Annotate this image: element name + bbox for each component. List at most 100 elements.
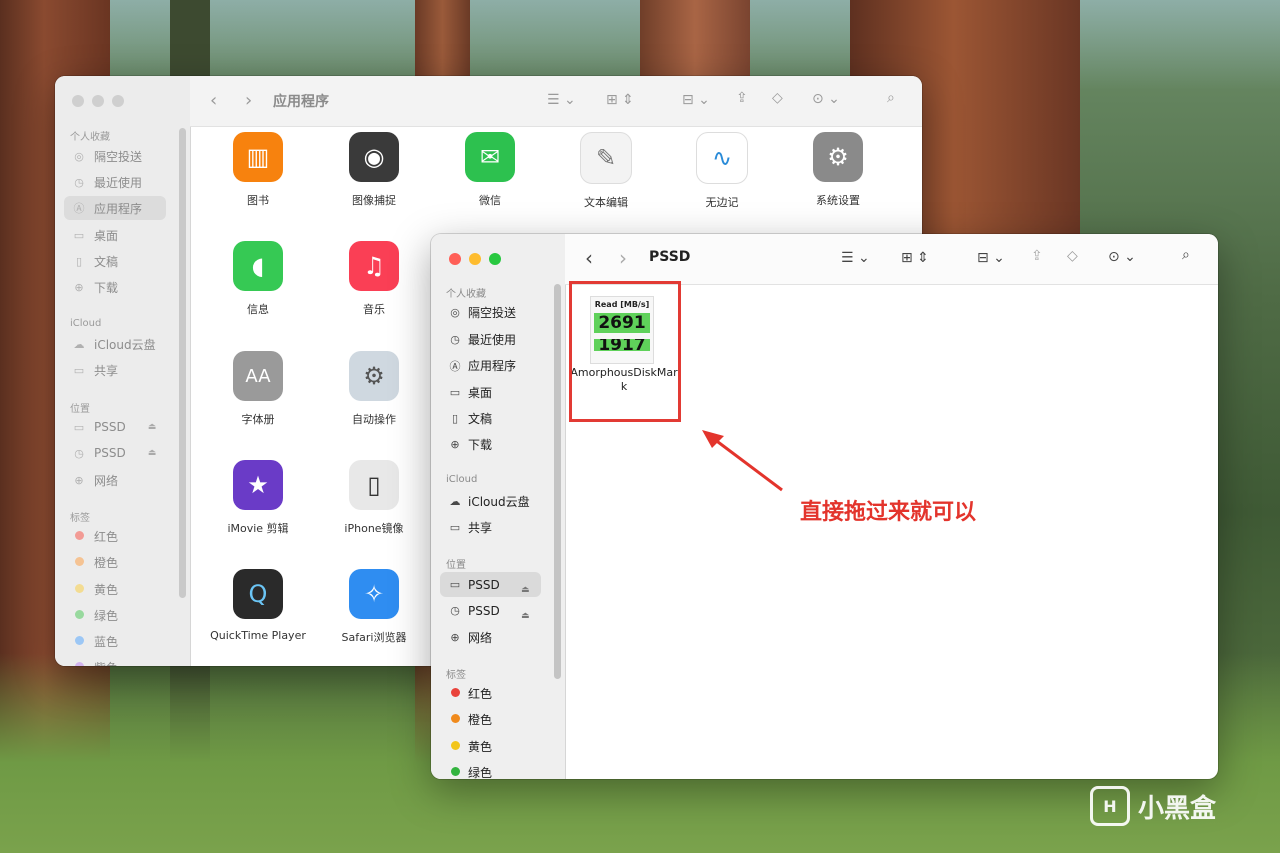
music-icon: ♫ bbox=[349, 241, 399, 291]
sidebar-item-applications[interactable]: Ⓐ 应用程序 bbox=[440, 353, 541, 378]
eject-icon[interactable]: ⏏ bbox=[148, 422, 157, 432]
sidebar-item-shared[interactable]: ▭ 共享 bbox=[440, 515, 541, 540]
sidebar-section-tags: 标签 bbox=[446, 670, 466, 681]
sidebar-item-network[interactable]: ⊕ 网络 bbox=[64, 468, 166, 492]
more-actions-icon[interactable]: ⊙ ⌄ bbox=[812, 91, 840, 107]
share-icon[interactable]: ⇪ bbox=[1031, 248, 1043, 264]
close-button[interactable] bbox=[72, 95, 84, 107]
zoom-button[interactable] bbox=[112, 95, 124, 107]
app-textedit[interactable]: ✎ 文本编辑 bbox=[548, 132, 664, 210]
shared-folder-icon: ▭ bbox=[73, 363, 85, 377]
wechat-icon: ✉ bbox=[465, 132, 515, 182]
sidebar-tag-red[interactable]: 红色 bbox=[440, 681, 541, 706]
search-icon[interactable]: ⌕ bbox=[887, 90, 895, 106]
sidebar-section-locations: 位置 bbox=[446, 560, 466, 571]
tag-dot-icon bbox=[74, 583, 84, 593]
sidebar-item-pssd-timemachine[interactable]: ◷ PSSD ⏏ bbox=[64, 441, 166, 465]
sidebar-item-icloud-drive[interactable]: ☁ iCloud云盘 bbox=[64, 332, 166, 356]
sidebar-tag-green[interactable]: 绿色 bbox=[64, 603, 166, 627]
window-controls[interactable] bbox=[449, 253, 501, 265]
sidebar-tag-blue[interactable]: 蓝色 bbox=[64, 629, 166, 653]
window-title: PSSD bbox=[649, 249, 691, 265]
more-actions-icon[interactable]: ⊙ ⌄ bbox=[1108, 249, 1136, 265]
sidebar-item-desktop[interactable]: ▭ 桌面 bbox=[64, 223, 166, 247]
sidebar-item-documents[interactable]: ▯ 文稿 bbox=[64, 249, 166, 273]
list-view-icon[interactable]: ☰ ⌄ bbox=[841, 250, 870, 266]
sidebar-item-label: 绿色 bbox=[94, 608, 119, 623]
search-icon[interactable]: ⌕ bbox=[1182, 247, 1190, 263]
sidebar-item-downloads[interactable]: ⊕ 下载 bbox=[64, 275, 166, 299]
sidebar-item-network[interactable]: ⊕ 网络 bbox=[440, 625, 541, 650]
app-wechat[interactable]: ✉ 微信 bbox=[432, 132, 548, 208]
sidebar-item-label: PSSD bbox=[468, 577, 500, 592]
sidebar-scrollbar[interactable] bbox=[554, 284, 561, 679]
applications-icon: Ⓐ bbox=[73, 202, 85, 215]
sidebar-scrollbar[interactable] bbox=[179, 128, 186, 598]
eject-icon[interactable]: ⏏ bbox=[148, 448, 157, 458]
sidebar-tag-yellow[interactable]: 黄色 bbox=[440, 734, 541, 759]
annotation-highlight-box bbox=[569, 281, 681, 422]
forward-icon[interactable]: › bbox=[619, 246, 627, 270]
sidebar-item-label: 最近使用 bbox=[94, 175, 143, 190]
sidebar-item-shared[interactable]: ▭ 共享 bbox=[64, 358, 166, 382]
sidebar-item-label: 红色 bbox=[468, 687, 493, 701]
app-image-capture[interactable]: ◉ 图像捕捉 bbox=[316, 132, 432, 208]
app-quicktime[interactable]: Q QuickTime Player bbox=[200, 569, 316, 642]
share-icon[interactable]: ⇪ bbox=[736, 90, 748, 106]
tag-dot-icon bbox=[74, 661, 84, 666]
list-view-icon[interactable]: ☰ ⌄ bbox=[547, 92, 576, 108]
sidebar-item-airdrop[interactable]: ◎ 隔空投送 bbox=[64, 144, 166, 168]
group-icon[interactable]: ⊟ ⌄ bbox=[977, 250, 1005, 266]
group-icon[interactable]: ⊟ ⌄ bbox=[682, 92, 710, 108]
document-icon: ▯ bbox=[75, 254, 83, 268]
app-imovie[interactable]: ★ iMovie 剪辑 bbox=[200, 460, 316, 536]
sidebar-tag-purple[interactable]: 紫色 bbox=[64, 655, 166, 666]
tag-dot-icon bbox=[450, 767, 460, 776]
app-freeform[interactable]: ∿ 无边记 bbox=[664, 132, 780, 210]
close-button[interactable] bbox=[449, 253, 461, 265]
grid-view-icon[interactable]: ⊞ ⇕ bbox=[606, 92, 634, 108]
sidebar-item-pssd[interactable]: ▭ PSSD ⏏ bbox=[64, 415, 166, 439]
back-icon[interactable]: ‹ bbox=[210, 90, 217, 111]
back-icon[interactable]: ‹ bbox=[585, 246, 593, 270]
sidebar-item-airdrop[interactable]: ◎ 隔空投送 bbox=[440, 300, 541, 325]
sidebar-item-downloads[interactable]: ⊕ 下载 bbox=[440, 432, 541, 457]
sidebar-item-recents[interactable]: ◷ 最近使用 bbox=[64, 170, 166, 194]
sidebar-item-documents[interactable]: ▯ 文稿 bbox=[440, 406, 541, 431]
eject-icon[interactable]: ⏏ bbox=[521, 611, 530, 621]
app-books[interactable]: ▥ 图书 bbox=[200, 132, 316, 208]
forward-icon[interactable]: › bbox=[245, 90, 252, 111]
app-safari[interactable]: ✧ Safari浏览器 bbox=[316, 569, 432, 645]
grid-view-icon[interactable]: ⊞ ⇕ bbox=[901, 250, 929, 266]
minimize-button[interactable] bbox=[469, 253, 481, 265]
tag-icon[interactable]: ◇ bbox=[772, 90, 783, 106]
sidebar-item-label: 紫色 bbox=[94, 659, 118, 667]
tag-dot-icon bbox=[450, 688, 460, 697]
app-iphone-mirroring[interactable]: ▯ iPhone镜像 bbox=[316, 460, 432, 536]
tag-icon[interactable]: ◇ bbox=[1067, 248, 1078, 264]
app-automator[interactable]: ⚙ 自动操作 bbox=[316, 351, 432, 427]
app-messages[interactable]: ◖ 信息 bbox=[200, 241, 316, 317]
cloud-icon: ☁ bbox=[449, 495, 461, 508]
zoom-button[interactable] bbox=[489, 253, 501, 265]
tag-dot-icon bbox=[450, 714, 460, 723]
sidebar-item-recents[interactable]: ◷ 最近使用 bbox=[440, 327, 541, 352]
app-font-book[interactable]: AA 字体册 bbox=[200, 351, 316, 427]
sidebar-item-icloud-drive[interactable]: ☁ iCloud云盘 bbox=[440, 489, 541, 514]
sidebar-tag-green[interactable]: 绿色 bbox=[440, 760, 541, 779]
app-system-settings[interactable]: ⚙ 系统设置 bbox=[780, 132, 896, 208]
sidebar-tag-red[interactable]: 红色 bbox=[64, 524, 166, 548]
sidebar-tag-orange[interactable]: 橙色 bbox=[64, 550, 166, 574]
airdrop-icon: ◎ bbox=[74, 149, 84, 163]
sidebar-item-label: 桌面 bbox=[94, 228, 119, 243]
sidebar-tag-yellow[interactable]: 黄色 bbox=[64, 577, 166, 601]
window-controls[interactable] bbox=[72, 95, 124, 107]
app-music[interactable]: ♫ 音乐 bbox=[316, 241, 432, 317]
sidebar-item-desktop[interactable]: ▭ 桌面 bbox=[440, 380, 541, 405]
download-icon: ⊕ bbox=[74, 280, 84, 294]
eject-icon[interactable]: ⏏ bbox=[521, 585, 530, 595]
minimize-button[interactable] bbox=[92, 95, 104, 107]
sidebar-item-applications[interactable]: Ⓐ 应用程序 bbox=[64, 196, 166, 220]
tag-dot-icon bbox=[74, 556, 84, 566]
sidebar-tag-orange[interactable]: 橙色 bbox=[440, 707, 541, 732]
